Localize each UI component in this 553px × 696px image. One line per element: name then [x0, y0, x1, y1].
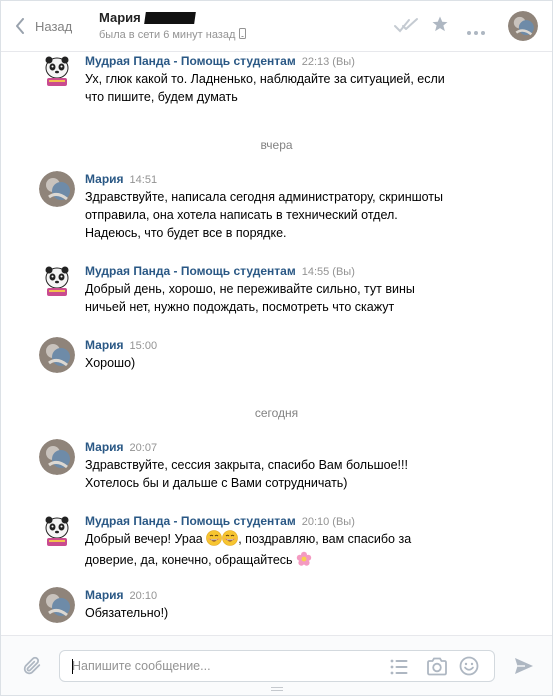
message-composer	[1, 635, 552, 695]
message-text: Хорошо)	[85, 356, 136, 370]
message-time[interactable]: 20:07	[130, 442, 158, 454]
message-time[interactable]: 14:55 (Вы)	[302, 266, 355, 278]
grinning-emoji-icon	[222, 530, 239, 551]
message-item: Мария 20:10 Обязательно!)	[39, 587, 519, 623]
message-author[interactable]: Мудрая Панда - Помощь студентам	[85, 514, 296, 528]
message-author[interactable]: Мария	[85, 172, 124, 186]
message-time[interactable]: 15:00	[130, 340, 158, 352]
maria-avatar[interactable]	[39, 587, 75, 623]
grinning-emoji-icon	[206, 530, 223, 551]
message-item: Мудрая Панда - Помощь студентам 14:55 (Вы…	[39, 263, 519, 316]
message-text: Здравствуйте, написала сегодня администр…	[85, 190, 444, 240]
message-author[interactable]: Мария	[85, 440, 124, 454]
message-item: Мудрая Панда - Помощь студентам 20:10 (Вы…	[39, 513, 519, 572]
redaction-bar	[143, 11, 196, 24]
maria-avatar[interactable]	[39, 171, 75, 207]
star-icon[interactable]	[431, 15, 449, 38]
message-author[interactable]: Мудрая Панда - Помощь студентам	[85, 264, 296, 278]
message-text: Обязательно!)	[85, 606, 169, 620]
message-time[interactable]: 20:10 (Вы)	[302, 516, 355, 528]
more-icon[interactable]	[466, 23, 486, 41]
maria-avatar[interactable]	[39, 337, 75, 373]
back-button[interactable]: Назад	[15, 15, 72, 37]
message-item: Мудрая Панда - Помощь студентам 22:13 (Вы…	[39, 53, 519, 106]
panda-avatar[interactable]	[39, 263, 75, 299]
message-text: Добрый вечер! Ураа , поздравляю, вам спа…	[85, 530, 519, 572]
message-history[interactable]: Мудрая Панда - Помощь студентам 22:13 (Вы…	[1, 52, 552, 635]
message-author[interactable]: Мудрая Панда - Помощь студентам	[85, 54, 296, 68]
message-time[interactable]: 14:51	[130, 174, 158, 186]
date-separator: сегодня	[254, 406, 299, 420]
back-label: Назад	[35, 18, 73, 34]
chat-window: Назад Мария была в сети 6 минут назад Му…	[0, 0, 553, 696]
double-check-icon[interactable]	[393, 15, 419, 40]
camera-icon[interactable]	[426, 657, 448, 681]
message-text: Ух, глюк какой то. Ладненько, наблюдайте…	[85, 72, 445, 104]
message-input[interactable]	[72, 657, 372, 675]
message-time[interactable]: 22:13 (Вы)	[302, 56, 355, 68]
message-item: Мария 20:07 Здравствуйте, сессия закрыта,…	[39, 439, 519, 492]
date-separator: вчера	[260, 138, 293, 152]
send-icon[interactable]	[514, 657, 534, 680]
message-time[interactable]: 20:10	[130, 590, 158, 602]
flower-emoji-icon	[296, 551, 312, 572]
message-item: Мария 14:51 Здравствуйте, написала сегодн…	[39, 171, 519, 242]
chat-header: Назад Мария была в сети 6 минут назад	[1, 1, 552, 52]
message-text: Добрый день, хорошо, не переживайте силь…	[85, 282, 415, 314]
message-input-box[interactable]	[59, 650, 495, 682]
contact-name: Мария	[99, 10, 141, 25]
template-list-icon[interactable]	[390, 659, 408, 680]
panda-avatar[interactable]	[39, 513, 75, 549]
panda-avatar[interactable]	[39, 53, 75, 89]
smiley-icon[interactable]	[459, 656, 479, 681]
message-author[interactable]: Мария	[85, 588, 124, 602]
paperclip-icon[interactable]	[21, 655, 43, 682]
resize-handle[interactable]	[271, 687, 283, 691]
mobile-icon	[239, 28, 247, 42]
contact-avatar[interactable]	[508, 11, 538, 41]
maria-avatar[interactable]	[39, 439, 75, 475]
contact-info[interactable]: Мария была в сети 6 минут назад	[99, 10, 247, 42]
chevron-left-icon	[16, 18, 24, 34]
message-author[interactable]: Мария	[85, 338, 124, 352]
message-item: Мария 15:00 Хорошо)	[39, 337, 519, 373]
online-status: была в сети 6 минут назад	[99, 29, 236, 41]
message-text: Здравствуйте, сессия закрыта, спасибо Ва…	[85, 458, 408, 490]
text-caret	[72, 659, 73, 674]
